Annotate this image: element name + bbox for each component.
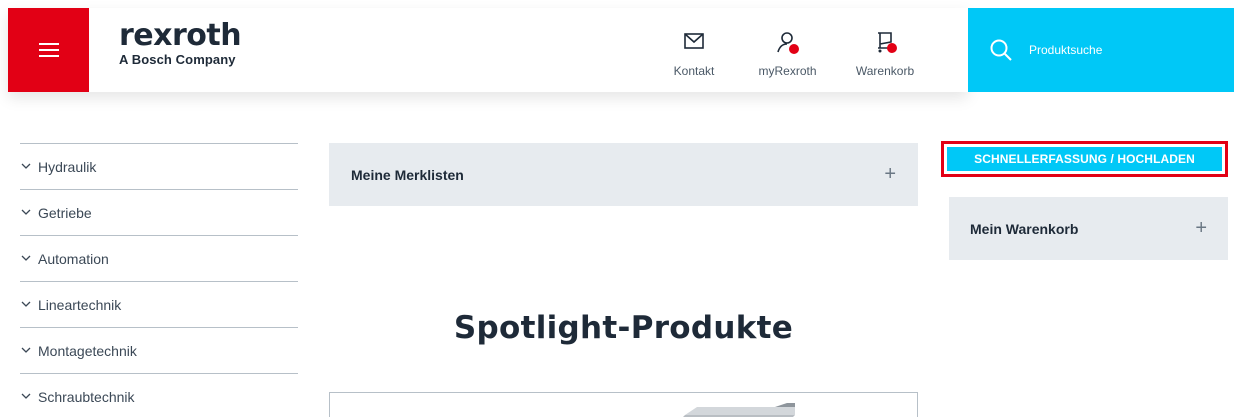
sidebar-item-label: Schraubtechnik <box>38 389 135 405</box>
product-image <box>683 403 795 417</box>
logo-wordmark: rexroth <box>119 18 242 53</box>
header-link-label: Kontakt <box>673 64 715 78</box>
site-header: rexroth A Bosch Company Kontakt myRexrot… <box>0 0 1234 92</box>
spotlight-heading: Spotlight-Produkte <box>453 310 794 346</box>
product-card[interactable] <box>329 392 918 417</box>
sidebar-item-hydraulik[interactable]: Hydraulik <box>20 143 298 189</box>
sidebar-item-label: Getriebe <box>38 205 92 221</box>
cart-icon <box>871 30 899 56</box>
warenkorb-accordion[interactable]: Mein Warenkorb + <box>949 197 1228 260</box>
search-icon <box>989 38 1013 62</box>
sidebar-item-label: Montagetechnik <box>38 343 137 359</box>
user-icon <box>774 30 802 56</box>
logo-tagline: A Bosch Company <box>119 52 236 67</box>
sidebar-item-label: Lineartechnik <box>38 297 122 313</box>
quick-entry-highlight: SCHNELLERFASSUNG / HOCHLADEN <box>941 141 1228 177</box>
sidebar-item-label: Automation <box>38 251 109 267</box>
header-link-label: Warenkorb <box>855 64 915 78</box>
expand-plus-icon: + <box>1195 217 1207 239</box>
chevron-down-icon <box>21 163 31 169</box>
chevron-down-icon <box>21 301 31 307</box>
rexroth-logo[interactable]: rexroth A Bosch Company <box>119 18 242 68</box>
header-link-label: myRexroth <box>758 64 817 78</box>
merklisten-label: Meine Merklisten <box>351 166 464 183</box>
menu-button[interactable] <box>8 8 89 92</box>
chevron-down-icon <box>21 393 31 399</box>
header-link-kontakt[interactable]: Kontakt <box>669 30 719 78</box>
mail-icon <box>680 30 708 56</box>
notification-dot <box>887 43 897 53</box>
chevron-down-icon <box>21 347 31 353</box>
search-placeholder: Produktsuche <box>1029 43 1103 57</box>
header-link-warenkorb[interactable]: Warenkorb <box>856 30 914 78</box>
sidebar-item-getriebe[interactable]: Getriebe <box>20 189 298 235</box>
category-sidebar: Hydraulik Getriebe Automation Lineartech… <box>20 143 298 417</box>
sidebar-item-label: Hydraulik <box>38 159 97 175</box>
product-search[interactable]: Produktsuche <box>968 8 1234 92</box>
header-link-myrexroth[interactable]: myRexroth <box>755 30 820 78</box>
notification-dot <box>788 44 799 54</box>
sidebar-item-montagetechnik[interactable]: Montagetechnik <box>20 327 298 373</box>
hamburger-icon <box>38 43 59 57</box>
sidebar-item-schraubtechnik[interactable]: Schraubtechnik <box>20 373 298 417</box>
quick-entry-button[interactable]: SCHNELLERFASSUNG / HOCHLADEN <box>947 147 1222 171</box>
sidebar-item-lineartechnik[interactable]: Lineartechnik <box>20 281 298 327</box>
chevron-down-icon <box>21 255 31 261</box>
merklisten-accordion[interactable]: Meine Merklisten + <box>329 143 918 206</box>
chevron-down-icon <box>21 209 31 215</box>
warenkorb-label: Mein Warenkorb <box>970 220 1079 237</box>
expand-plus-icon: + <box>884 163 896 185</box>
sidebar-item-automation[interactable]: Automation <box>20 235 298 281</box>
